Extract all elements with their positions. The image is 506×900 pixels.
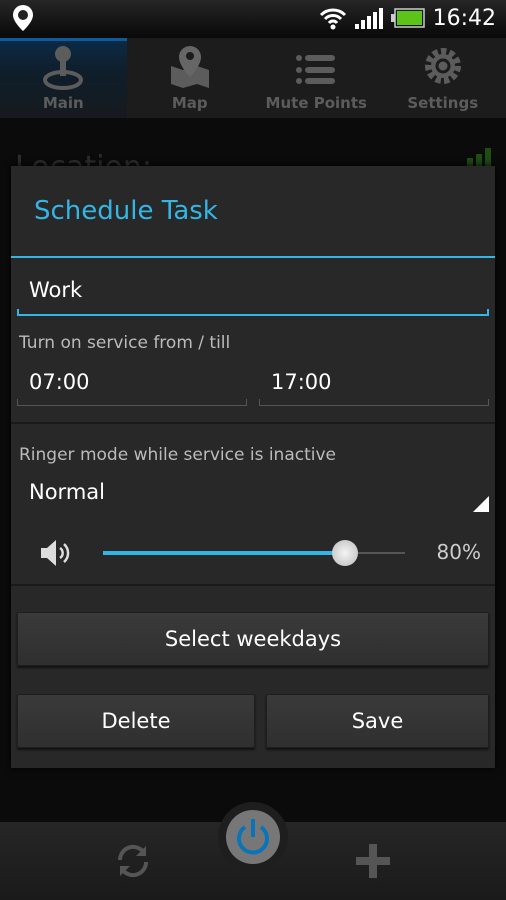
till-underline [259,399,489,406]
name-underline [17,309,489,316]
volume-percent: 80% [436,540,481,564]
ringer-label: Ringer mode while service is inactive [19,445,337,465]
ringer-mode-spinner[interactable]: Normal [17,474,489,516]
joystick-icon [43,46,84,90]
gps-signal-icon [467,148,491,166]
tab-label: Main [42,94,84,112]
ringer-mode-value: Normal [29,480,105,504]
select-weekdays-button[interactable]: Select weekdays [17,612,489,666]
save-button[interactable]: Save [266,694,489,748]
divider [11,584,495,586]
gear-icon [424,48,461,84]
delete-button[interactable]: Delete [17,694,255,748]
volume-slider[interactable] [103,538,405,568]
tab-bar: Main Map Mute Points Settings [0,38,506,118]
from-time-input[interactable]: 07:00 [17,370,90,394]
power-icon [237,819,269,855]
clock: 16:42 [432,5,496,31]
speaker-icon [41,540,70,566]
tab-label: Map [171,94,208,112]
battery-icon [390,8,425,28]
plus-icon[interactable] [354,842,392,880]
tab-mute-points[interactable]: Mute Points [253,38,380,118]
map-icon [170,46,209,88]
slider-thumb[interactable] [331,540,358,566]
task-name-input[interactable]: Work [17,278,82,302]
from-underline [17,399,247,406]
bottom-bar [0,802,506,900]
list-icon [296,55,336,84]
tab-settings[interactable]: Settings [380,38,506,118]
tab-label: Settings [407,94,479,112]
power-button[interactable] [218,802,288,872]
tab-label: Mute Points [265,94,367,112]
wifi-icon [319,8,346,30]
tab-main[interactable]: Main [0,38,127,118]
dialog-title: Schedule Task [11,166,495,258]
tab-map[interactable]: Map [127,38,254,118]
service-label: Turn on service from / till [19,333,231,353]
refresh-icon[interactable] [114,842,152,880]
signal-icon [354,8,383,29]
dropdown-triangle-icon [473,496,489,512]
location-pin-icon [13,5,33,31]
till-time-input[interactable]: 17:00 [259,370,332,394]
divider [11,422,495,424]
schedule-task-dialog: Schedule Task Work Turn on service from … [11,166,495,768]
status-bar: 16:42 [0,0,506,36]
